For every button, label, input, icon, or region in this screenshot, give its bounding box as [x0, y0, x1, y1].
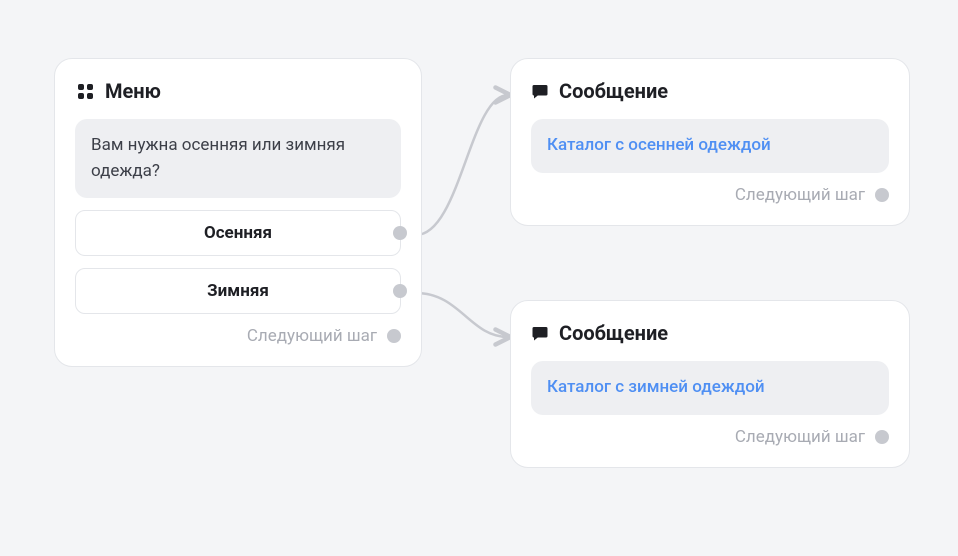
- message-link[interactable]: Каталог с осенней одеждой: [547, 135, 771, 155]
- output-port[interactable]: [387, 329, 401, 343]
- menu-title: Меню: [105, 79, 161, 103]
- next-step-label: Следующий шаг: [735, 185, 865, 205]
- next-step-row[interactable]: Следующий шаг: [531, 185, 889, 205]
- message-icon: [531, 324, 549, 342]
- menu-header: Меню: [75, 79, 401, 103]
- next-step-row[interactable]: Следующий шаг: [531, 427, 889, 447]
- output-port[interactable]: [393, 226, 407, 240]
- message-title: Сообщение: [559, 79, 668, 103]
- output-port[interactable]: [393, 284, 407, 298]
- output-port[interactable]: [875, 188, 889, 202]
- message-node-autumn[interactable]: Сообщение Каталог с осенней одеждой След…: [510, 58, 910, 226]
- menu-prompt: Вам нужна осенняя или зимняя одежда?: [75, 119, 401, 198]
- message-link[interactable]: Каталог с зимней одеждой: [547, 377, 765, 397]
- message-body: Каталог с осенней одеждой: [531, 119, 889, 173]
- next-step-row[interactable]: Следующий шаг: [75, 326, 401, 346]
- message-icon: [531, 82, 549, 100]
- grid-icon: [75, 81, 95, 101]
- : Сообщение: [531, 79, 889, 103]
- menu-option-winter[interactable]: Зимняя: [75, 268, 401, 314]
- output-port[interactable]: [875, 430, 889, 444]
- next-step-label: Следующий шаг: [735, 427, 865, 447]
- menu-node[interactable]: Меню Вам нужна осенняя или зимняя одежда…: [54, 58, 422, 367]
- next-step-label: Следующий шаг: [247, 326, 377, 346]
- message-header: Сообщение: [531, 321, 889, 345]
- menu-option-autumn[interactable]: Осенняя: [75, 210, 401, 256]
- message-node-winter[interactable]: Сообщение Каталог с зимней одеждой Следу…: [510, 300, 910, 468]
- message-body: Каталог с зимней одеждой: [531, 361, 889, 415]
- option-label: Осенняя: [204, 223, 272, 243]
- message-title: Сообщение: [559, 321, 668, 345]
- option-label: Зимняя: [207, 281, 269, 301]
